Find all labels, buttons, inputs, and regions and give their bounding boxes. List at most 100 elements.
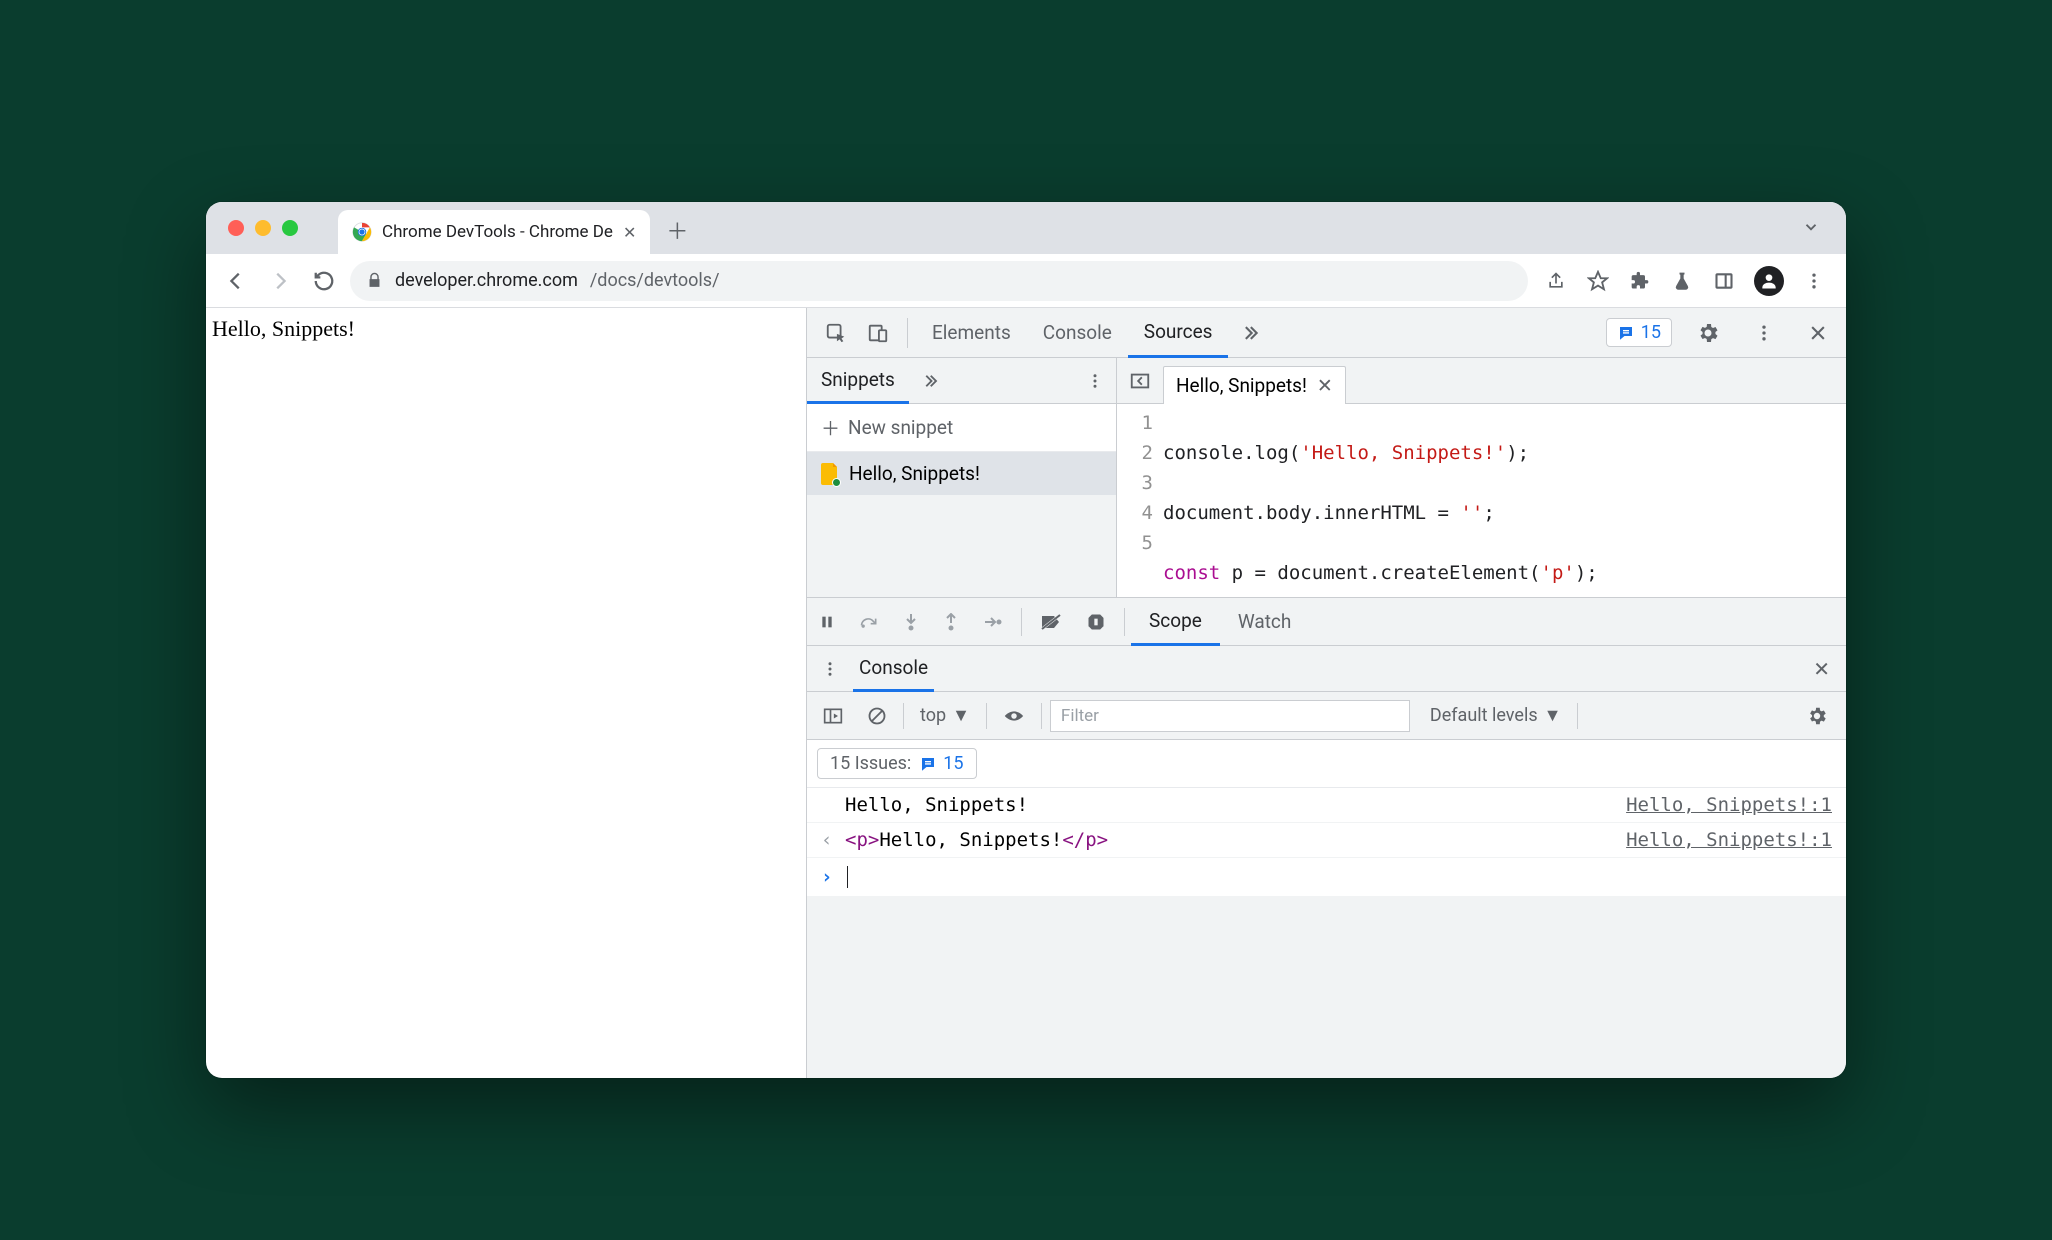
new-tab-button[interactable]: ＋ <box>666 214 688 254</box>
tabs-overflow-icon[interactable] <box>1228 323 1272 343</box>
divider <box>986 703 987 729</box>
url-host: developer.chrome.com <box>395 270 578 291</box>
drawer-tabs: Console ✕ <box>807 646 1846 692</box>
tab-elements[interactable]: Elements <box>916 308 1027 358</box>
issues-count: 15 <box>943 753 963 774</box>
new-snippet-button[interactable]: ＋ New snippet <box>807 404 1116 452</box>
tab-sources[interactable]: Sources <box>1128 308 1229 358</box>
console-prompt[interactable]: › <box>807 858 1846 896</box>
drawer-menu-icon[interactable] <box>807 660 853 678</box>
console-settings-icon[interactable] <box>1796 705 1838 727</box>
console-row[interactable]: Hello, Snippets! Hello, Snippets!:1 <box>807 788 1846 823</box>
browser-menu-icon[interactable] <box>1802 269 1826 293</box>
profile-avatar[interactable] <box>1754 266 1784 296</box>
console-message: Hello, Snippets! <box>845 794 1626 816</box>
tab-scope[interactable]: Scope <box>1131 598 1220 646</box>
address-bar[interactable]: developer.chrome.com/docs/devtools/ <box>350 261 1528 301</box>
browser-tab[interactable]: Chrome DevTools - Chrome De ✕ <box>338 210 650 254</box>
tab-title: Chrome DevTools - Chrome De <box>382 222 613 242</box>
plus-icon: ＋ <box>821 414 840 441</box>
maximize-window-button[interactable] <box>282 220 298 236</box>
editor-tabs: Hello, Snippets! ✕ <box>1117 358 1846 404</box>
page-text: Hello, Snippets! <box>212 316 355 341</box>
message-icon <box>1617 324 1635 342</box>
console-toolbar: top ▼ Filter Default levels ▼ <box>807 692 1846 740</box>
issues-label: 15 Issues: <box>830 753 911 774</box>
toolbar-actions <box>1536 266 1834 296</box>
message-icon <box>919 755 937 773</box>
divider <box>1577 703 1578 729</box>
devtools-panel: Elements Console Sources 15 <box>806 308 1846 1078</box>
page-viewport: Hello, Snippets! <box>206 308 806 1078</box>
navigator-menu-icon[interactable] <box>1074 372 1116 390</box>
url-path: /docs/devtools/ <box>590 270 720 291</box>
bookmark-star-icon[interactable] <box>1586 269 1610 293</box>
navigator-overflow-icon[interactable] <box>909 372 951 390</box>
close-drawer-icon[interactable]: ✕ <box>1797 657 1846 681</box>
reload-button[interactable] <box>306 263 342 299</box>
editor-pane: Hello, Snippets! ✕ 1 2 3 4 5 console.log… <box>1117 358 1846 597</box>
device-toggle-icon[interactable] <box>857 322 899 344</box>
console-source-link[interactable]: Hello, Snippets!:1 <box>1626 794 1832 816</box>
console-row[interactable]: ‹ <p>Hello, Snippets!</p> Hello, Snippet… <box>807 823 1846 858</box>
issues-count: 15 <box>1641 322 1661 343</box>
pause-icon[interactable] <box>807 614 847 630</box>
back-button[interactable] <box>218 263 254 299</box>
console-output: Hello, Snippets! Hello, Snippets!:1 ‹ <p… <box>807 788 1846 896</box>
divider <box>1041 703 1042 729</box>
browser-toolbar: developer.chrome.com/docs/devtools/ <box>206 254 1846 308</box>
window-controls <box>228 220 298 236</box>
extensions-icon[interactable] <box>1628 269 1652 293</box>
snippet-item[interactable]: Hello, Snippets! <box>807 452 1116 495</box>
deactivate-breakpoints-icon[interactable] <box>1028 613 1074 631</box>
devtools-toolbar: Elements Console Sources 15 <box>807 308 1846 358</box>
side-panel-icon[interactable] <box>1712 269 1736 293</box>
close-devtools-icon[interactable] <box>1798 323 1838 343</box>
browser-window: Chrome DevTools - Chrome De ✕ ＋ develope… <box>206 202 1846 1078</box>
close-tab-button[interactable]: ✕ <box>623 223 636 242</box>
tabs-overflow-button[interactable] <box>1802 218 1820 236</box>
divider <box>903 703 904 729</box>
issues-chip[interactable]: 15 Issues: 15 <box>817 748 977 779</box>
lock-icon <box>366 272 383 289</box>
labs-icon[interactable] <box>1670 269 1694 293</box>
tab-console[interactable]: Console <box>1027 308 1128 358</box>
expand-caret-icon[interactable]: ‹ <box>821 829 845 851</box>
minimize-window-button[interactable] <box>255 220 271 236</box>
step-into-icon[interactable] <box>891 613 931 631</box>
console-source-link[interactable]: Hello, Snippets!:1 <box>1626 829 1832 851</box>
step-icon[interactable] <box>971 615 1015 629</box>
tab-snippets[interactable]: Snippets <box>807 358 909 404</box>
devtools-menu-icon[interactable] <box>1744 323 1784 343</box>
issues-indicator[interactable]: 15 <box>1606 318 1672 347</box>
close-window-button[interactable] <box>228 220 244 236</box>
tab-watch[interactable]: Watch <box>1220 598 1310 646</box>
navigator-tabs: Snippets <box>807 358 1116 404</box>
issues-row: 15 Issues: 15 <box>807 740 1846 788</box>
step-out-icon[interactable] <box>931 613 971 631</box>
forward-button[interactable] <box>262 263 298 299</box>
share-icon[interactable] <box>1544 269 1568 293</box>
console-filter-input[interactable]: Filter <box>1050 700 1410 732</box>
clear-console-icon[interactable] <box>859 706 895 726</box>
editor-tab[interactable]: Hello, Snippets! ✕ <box>1163 366 1346 404</box>
console-sidebar-toggle-icon[interactable] <box>815 707 851 725</box>
snippets-pane: Snippets ＋ New snippet Hello, Snippets <box>807 358 1117 597</box>
live-expression-icon[interactable] <box>995 708 1033 724</box>
content-area: Hello, Snippets! Elements Console Source… <box>206 308 1846 1078</box>
chrome-favicon <box>352 222 372 242</box>
context-selector[interactable]: top ▼ <box>912 705 978 726</box>
tab-bar: Chrome DevTools - Chrome De ✕ ＋ <box>206 202 1846 254</box>
settings-gear-icon[interactable] <box>1686 321 1730 345</box>
pause-on-exceptions-icon[interactable] <box>1074 612 1118 632</box>
new-snippet-label: New snippet <box>848 416 953 439</box>
file-nav-icon[interactable] <box>1123 370 1157 392</box>
step-over-icon[interactable] <box>847 614 891 630</box>
log-levels-selector[interactable]: Default levels ▼ <box>1422 705 1570 726</box>
console-message: <p>Hello, Snippets!</p> <box>845 829 1626 851</box>
close-editor-tab-icon[interactable]: ✕ <box>1317 374 1333 397</box>
divider <box>1021 608 1022 636</box>
drawer-tab-console[interactable]: Console <box>853 646 934 692</box>
inspect-icon[interactable] <box>815 322 857 344</box>
debugger-toolbar: Scope Watch <box>807 598 1846 646</box>
